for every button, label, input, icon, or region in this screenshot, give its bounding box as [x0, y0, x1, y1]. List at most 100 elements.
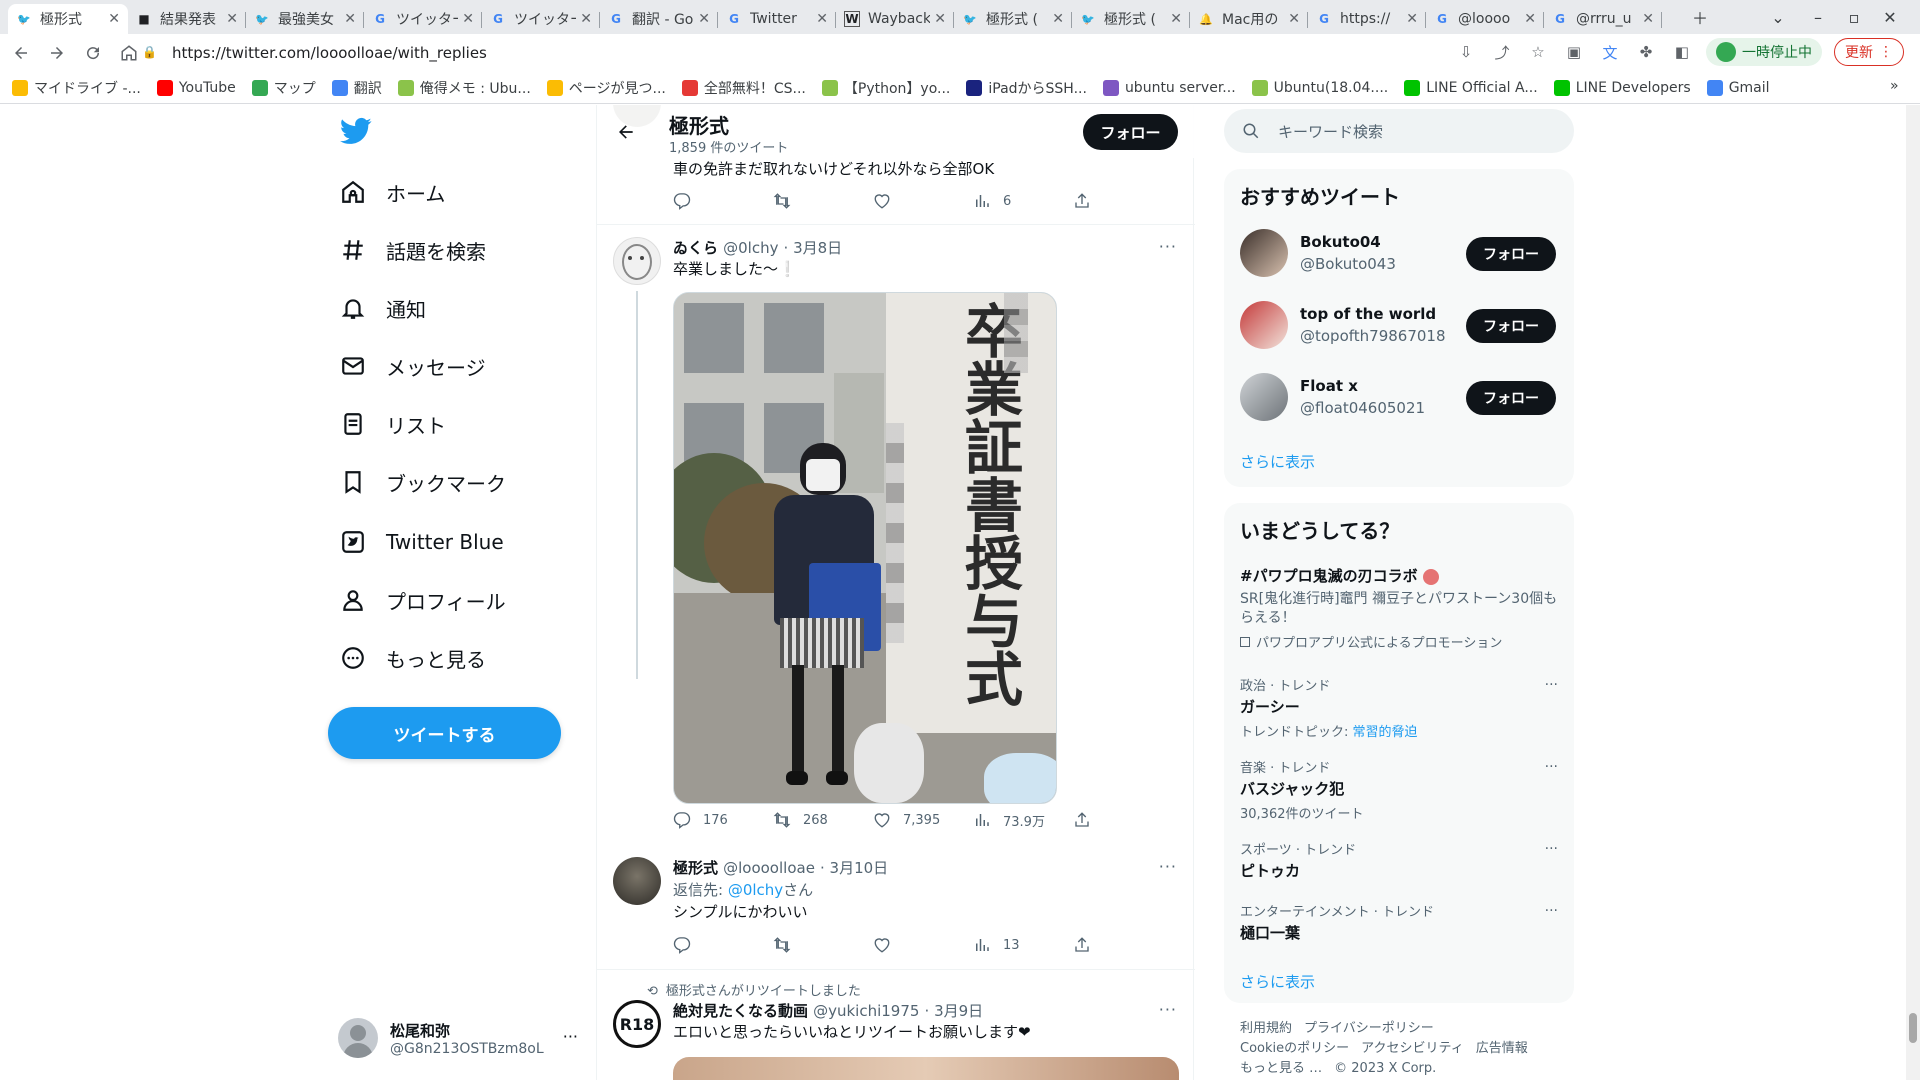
- tweet-author-handle[interactable]: @loooolloae: [723, 859, 815, 877]
- like-button[interactable]: 7,395: [873, 811, 973, 829]
- reply-button[interactable]: [673, 192, 773, 210]
- nav-item-home[interactable]: ホーム: [340, 172, 445, 212]
- footer-terms-link[interactable]: 利用規約: [1240, 1021, 1292, 1036]
- tweet-button[interactable]: ツイートする: [328, 707, 561, 759]
- tweet-date[interactable]: · 3月10日: [820, 859, 888, 877]
- reload-button[interactable]: [78, 38, 108, 68]
- star-icon[interactable]: ☆: [1526, 40, 1550, 64]
- tab-close-icon[interactable]: ✕: [580, 11, 592, 27]
- tweet-more-icon[interactable]: ···: [1159, 237, 1177, 256]
- tweet-item[interactable]: ゐくら @0lchy · 3月8日 ··· 卒業しました〜❕ 卒業証書授与式 1…: [597, 225, 1195, 830]
- tweet-author-name[interactable]: 絶対見たくなる動画: [673, 1002, 808, 1020]
- extension-icon[interactable]: ▣: [1562, 40, 1586, 64]
- footer-accessibility-link[interactable]: アクセシビリティ: [1361, 1041, 1464, 1056]
- bookmark-item[interactable]: 俺得メモ : Ubu...: [397, 78, 531, 98]
- reply-to-link[interactable]: @0lchy: [728, 881, 783, 899]
- bookmark-item[interactable]: 全部無料！CS...: [681, 78, 806, 98]
- bookmark-item[interactable]: ubuntu server...: [1102, 79, 1236, 96]
- views-button[interactable]: 6: [973, 192, 1073, 210]
- update-button[interactable]: 更新 ⋮: [1834, 38, 1904, 66]
- browser-tab[interactable]: 🐦 極形式 (✕: [954, 4, 1072, 34]
- nav-item-mail[interactable]: メッセージ: [340, 346, 486, 386]
- tweet-item[interactable]: ⟲ 極形式さんがリツイートしました R18 絶対見たくなる動画 @yukichi1…: [597, 970, 1195, 1080]
- nav-item-list[interactable]: リスト: [340, 404, 446, 444]
- bookmark-item[interactable]: マップ: [251, 78, 316, 98]
- tab-close-icon[interactable]: ✕: [1524, 11, 1536, 27]
- recommend-follow-button[interactable]: フォロー: [1466, 309, 1556, 343]
- puzzle-icon[interactable]: ✤: [1634, 40, 1658, 64]
- browser-tab[interactable]: G Twitter ✕: [718, 4, 836, 34]
- trend-more-icon[interactable]: ···: [1545, 677, 1558, 693]
- translate-icon[interactable]: 文: [1598, 40, 1622, 64]
- footer-privacy-link[interactable]: プライバシーポリシー: [1304, 1021, 1434, 1036]
- back-button[interactable]: [6, 38, 36, 68]
- recommend-follow-button[interactable]: フォロー: [1466, 381, 1556, 415]
- back-arrow-icon[interactable]: [611, 117, 641, 147]
- bookmark-item[interactable]: ページが見つ...: [546, 78, 666, 98]
- browser-tab[interactable]: 🐦 極形式 ✕: [8, 4, 128, 34]
- bookmark-item[interactable]: LINE Developers: [1553, 79, 1691, 96]
- tweet-author-handle[interactable]: @0lchy: [723, 239, 778, 257]
- page-scrollbar[interactable]: [1906, 105, 1920, 1080]
- browser-tab[interactable]: G @loooo ✕: [1426, 4, 1544, 34]
- trend-more-icon[interactable]: ···: [1545, 903, 1558, 919]
- install-icon[interactable]: ⇩: [1454, 40, 1478, 64]
- account-switcher[interactable]: 松尾和弥 @G8n213OSTBzm8oL ···: [338, 1013, 578, 1063]
- views-button[interactable]: 73.9万: [973, 811, 1073, 830]
- views-button[interactable]: 13: [973, 936, 1073, 954]
- tab-close-icon[interactable]: ✕: [226, 11, 238, 27]
- retweet-button[interactable]: 268: [773, 811, 873, 829]
- tweet-more-icon[interactable]: ···: [1159, 857, 1177, 876]
- bookmark-item[interactable]: 【Python】yo...: [821, 78, 950, 98]
- promoted-trend[interactable]: #パワプロ鬼滅の刃コラボ SR[鬼化進行時]竈門 禰豆子とパワストーン30個もら…: [1240, 565, 1558, 651]
- scrollbar-thumb[interactable]: [1909, 1013, 1917, 1043]
- tweet-author-name[interactable]: ゐくら: [673, 239, 718, 257]
- nav-item-bell[interactable]: 通知: [340, 288, 426, 328]
- nav-item-person[interactable]: プロフィール: [340, 580, 506, 620]
- browser-tab[interactable]: G ツイッター✕: [482, 4, 600, 34]
- recommend-show-more[interactable]: さらに表示: [1240, 451, 1315, 472]
- browser-tab[interactable]: G ツイッター✕: [364, 4, 482, 34]
- trend-sub-link[interactable]: 常習的脅迫: [1353, 725, 1418, 740]
- trend-item[interactable]: 音楽 · トレンド バスジャック犯 30,362件のツイート ···: [1240, 757, 1558, 822]
- bookmark-item[interactable]: Ubuntu(18.04....: [1251, 79, 1388, 96]
- paused-profile-button[interactable]: 一時停止中: [1706, 38, 1822, 66]
- tab-close-icon[interactable]: ✕: [108, 11, 120, 27]
- tweet-date[interactable]: · 3月8日: [784, 239, 843, 257]
- tab-close-icon[interactable]: ✕: [1406, 11, 1418, 27]
- browser-tab[interactable]: 🐦 最強美女 ✕: [246, 4, 364, 34]
- reply-button[interactable]: 176: [673, 811, 773, 829]
- follow-button[interactable]: フォロー: [1083, 114, 1178, 150]
- footer-ads-link[interactable]: 広告情報: [1476, 1041, 1528, 1056]
- tweet-photo[interactable]: 卒業証書授与式: [673, 292, 1057, 804]
- like-button[interactable]: [873, 192, 973, 210]
- tab-search-icon[interactable]: ⌄: [1764, 4, 1792, 30]
- recommend-item[interactable]: Bokuto04 @Bokuto043 フォロー: [1240, 229, 1558, 279]
- browser-tab[interactable]: 🔔 Mac用の ✕: [1190, 4, 1308, 34]
- retweeted-by-text[interactable]: 極形式さんがリツイートしました: [666, 984, 861, 999]
- trend-more-icon[interactable]: ···: [1545, 841, 1558, 857]
- bookmark-item[interactable]: 翻訳: [331, 78, 382, 98]
- maximize-button[interactable]: ▫: [1840, 4, 1868, 30]
- share-button[interactable]: [1073, 936, 1103, 954]
- trend-item[interactable]: エンターテインメント · トレンド 樋口一葉 ···: [1240, 901, 1558, 943]
- tab-close-icon[interactable]: ✕: [1052, 11, 1064, 27]
- bookmark-item[interactable]: マイドライブ -...: [12, 78, 141, 98]
- address-bar[interactable]: 🔒 https://twitter.com/loooolloae/with_re…: [142, 37, 1482, 69]
- tweet-more-icon[interactable]: ···: [1159, 1000, 1177, 1019]
- sidepanel-icon[interactable]: ◧: [1670, 40, 1694, 64]
- tweet-author-handle[interactable]: @yukichi1975: [813, 1002, 919, 1020]
- bookmark-item[interactable]: iPadからSSH...: [966, 78, 1087, 98]
- tab-close-icon[interactable]: ✕: [1170, 11, 1182, 27]
- nav-item-twitter-blue[interactable]: Twitter Blue: [340, 522, 504, 562]
- recommend-item[interactable]: top of the world @topofth79867018 フォロー: [1240, 301, 1558, 351]
- forward-button[interactable]: [42, 38, 72, 68]
- browser-tab[interactable]: G @rrru_u ✕: [1544, 4, 1662, 34]
- browser-tab[interactable]: G 翻訳 - Go ✕: [600, 4, 718, 34]
- browser-tab[interactable]: ■ 結果発表 ✕: [128, 4, 246, 34]
- retweet-button[interactable]: [773, 936, 873, 954]
- browser-tab[interactable]: Ghttps:// ✕: [1308, 4, 1426, 34]
- minimize-button[interactable]: –: [1804, 4, 1832, 30]
- bookmarks-overflow-icon[interactable]: »: [1890, 78, 1899, 94]
- tweet-media[interactable]: [673, 1057, 1179, 1080]
